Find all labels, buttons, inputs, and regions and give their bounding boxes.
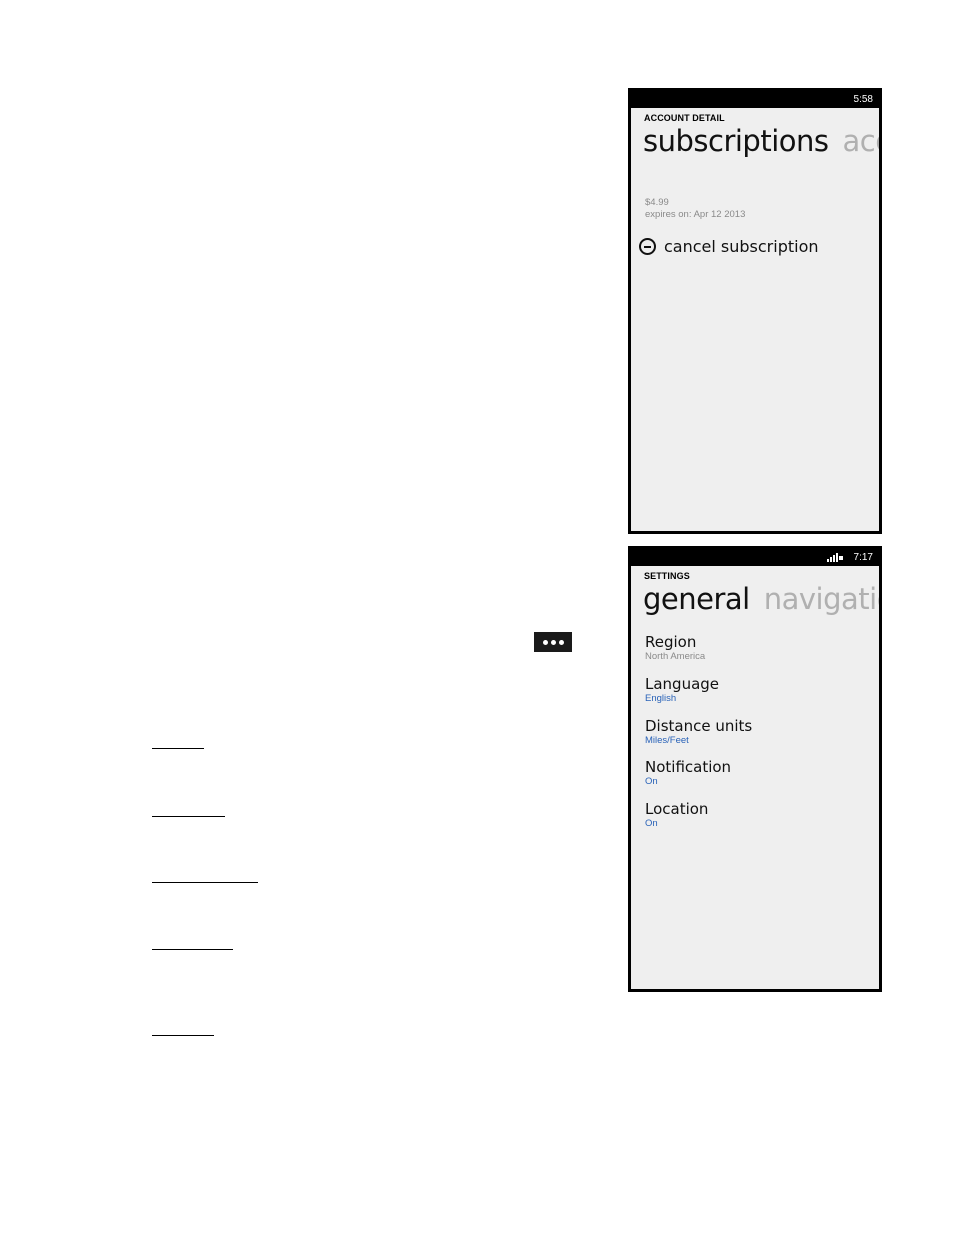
status-bar: 7:17 [631, 549, 879, 566]
setting-notification[interactable]: Notification On [645, 758, 731, 788]
setting-location[interactable]: Location On [645, 800, 708, 830]
cancel-subscription-button[interactable]: cancel subscription [639, 237, 819, 256]
pivot-header: general navigatio [631, 582, 879, 622]
setting-name: Location [645, 800, 709, 818]
dot [550, 639, 556, 645]
settings-screen: 7:17 SETTINGS general navigatio Region No… [628, 546, 882, 992]
subscription-price: $4.99 [645, 197, 669, 208]
setting-language[interactable]: Language English [645, 675, 719, 705]
setting-name: Distance units [645, 717, 753, 735]
status-time: 5:58 [853, 94, 873, 105]
dot [542, 639, 548, 645]
blank-line-4 [152, 949, 233, 950]
setting-value: English [645, 693, 677, 704]
pivot-header: subscriptions acc [631, 124, 879, 164]
dot [558, 639, 564, 645]
blank-line-3 [152, 882, 258, 883]
cancel-subscription-label: cancel subscription [664, 237, 819, 256]
account-detail-screen: 5:58 ACCOUNT DETAIL subscriptions acc $4.… [628, 88, 882, 534]
page-label: ACCOUNT DETAIL [644, 113, 725, 123]
pivot-account[interactable]: acc [843, 124, 880, 158]
pivot-navigation[interactable]: navigatio [764, 582, 879, 616]
pivot-subscriptions[interactable]: subscriptions [643, 124, 829, 158]
blank-line-1 [152, 748, 204, 749]
setting-value: North America [645, 651, 706, 662]
signal-icon [827, 553, 843, 562]
minus-circle-icon [639, 238, 656, 255]
status-bar: 5:58 [631, 91, 879, 108]
blank-line-2 [152, 816, 225, 817]
subscription-expiry: expires on: Apr 12 2013 [645, 209, 746, 220]
setting-distance-units[interactable]: Distance units Miles/Feet [645, 717, 752, 747]
setting-name: Notification [645, 758, 732, 776]
setting-name: Language [645, 675, 720, 693]
setting-value: On [645, 776, 658, 787]
blank-line-5 [152, 1035, 214, 1036]
pivot-general[interactable]: general [643, 582, 750, 616]
setting-name: Region [645, 633, 697, 651]
status-time: 7:17 [853, 552, 873, 563]
page-label: SETTINGS [644, 571, 690, 581]
more-options-icon[interactable] [534, 632, 572, 652]
setting-region[interactable]: Region North America [645, 633, 705, 663]
setting-value: On [645, 818, 658, 829]
setting-value: Miles/Feet [645, 735, 689, 746]
